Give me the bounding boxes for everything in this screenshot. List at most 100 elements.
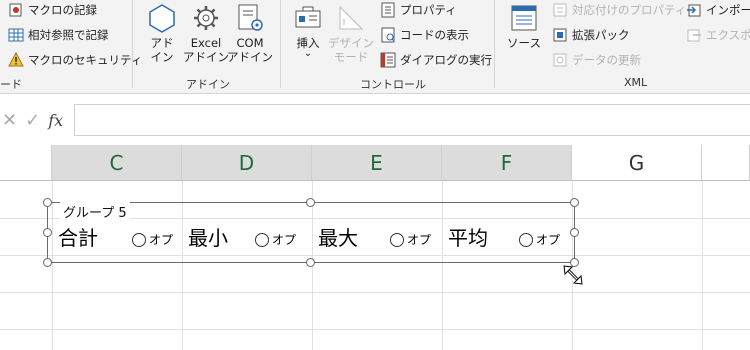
relative-reference-button[interactable]: 相対参照で記録 — [8, 25, 109, 45]
ribbon: マクロの記録 相対参照で記録 マクロのセキュリティ ード アド イン Excel… — [0, 0, 750, 94]
formula-buttons: ✕ ✓ fx — [0, 104, 74, 136]
option-group-label-avg: 平均 — [448, 226, 488, 250]
refresh-data-button[interactable]: データの更新 — [552, 50, 641, 70]
resize-handle[interactable] — [306, 258, 315, 267]
controls-group-label: コントロール — [360, 78, 426, 91]
export-icon — [686, 27, 702, 43]
group-divider — [494, 0, 495, 88]
refresh-data-label: データの更新 — [572, 53, 641, 67]
enter-icon[interactable]: ✓ — [25, 110, 40, 131]
view-code-icon — [380, 27, 396, 43]
view-code-button[interactable]: コードの表示 — [380, 25, 469, 45]
hexagon-addin-icon — [146, 2, 178, 34]
column-header-c[interactable]: C — [52, 145, 182, 181]
resize-handle[interactable] — [43, 258, 52, 267]
map-properties-icon — [552, 2, 568, 18]
expansion-packs-label: 拡張パック — [572, 28, 630, 42]
com-addins-button[interactable]: COM アドイン — [227, 2, 273, 64]
radio-circle-icon — [519, 232, 533, 247]
view-code-label: コードの表示 — [400, 28, 469, 42]
com-addin-gear-icon — [234, 2, 266, 34]
code-group-label: ード — [0, 78, 22, 91]
option-button-max[interactable]: オプ — [390, 231, 431, 248]
xml-source-label: ソース — [507, 36, 541, 50]
excel-addins-button[interactable]: Excel アドイン — [183, 2, 229, 64]
design-mode-label: デザイン モード — [328, 36, 374, 64]
option-button-label: オプ — [149, 233, 174, 247]
option-button-label: オプ — [536, 233, 561, 247]
option-group-label-min: 最小 — [188, 226, 228, 250]
warning-icon — [8, 52, 24, 68]
record-macro-button[interactable]: マクロの記録 — [8, 0, 97, 20]
run-dialog-label: ダイアログの実行 — [400, 53, 492, 67]
design-mode-button[interactable]: デザイン モード — [328, 2, 374, 64]
option-button-min[interactable]: オプ — [255, 231, 296, 248]
option-button-label: オプ — [272, 233, 297, 247]
radio-circle-icon — [390, 232, 404, 247]
import-label: インポート — [706, 3, 750, 17]
properties-icon — [380, 2, 396, 18]
properties-label: プロパティ — [400, 3, 457, 17]
gridline — [0, 329, 750, 330]
option-group-label-max: 最大 — [318, 226, 358, 250]
export-label: エクスポー — [706, 28, 750, 42]
formula-input[interactable] — [74, 104, 750, 136]
column-header-g[interactable]: G — [572, 145, 702, 181]
excel-addins-label: Excel アドイン — [183, 36, 229, 64]
option-button-avg[interactable]: オプ — [519, 231, 560, 248]
insert-function-icon[interactable]: fx — [48, 111, 63, 130]
resize-handle[interactable] — [43, 228, 52, 237]
toolbox-icon — [292, 2, 324, 34]
ruler-triangle-icon — [335, 2, 367, 34]
select-all-corner[interactable] — [0, 145, 52, 181]
group-divider — [280, 0, 281, 88]
column-header-h[interactable] — [702, 145, 750, 181]
column-header-e[interactable]: E — [312, 145, 442, 181]
insert-control-button[interactable]: 挿入 ⌄ — [290, 2, 326, 59]
table-grid-icon — [8, 27, 24, 43]
xml-source-button[interactable]: ソース — [504, 2, 544, 50]
map-properties-label: 対応付けのプロパティ — [572, 3, 687, 17]
radio-circle-icon — [255, 232, 269, 247]
macro-security-button[interactable]: マクロのセキュリティ — [8, 50, 142, 70]
group-box-title: グループ 5 — [60, 202, 130, 221]
import-icon — [686, 2, 702, 18]
macro-security-label: マクロのセキュリティ — [28, 53, 143, 67]
run-dialog-button[interactable]: ダイアログの実行 — [380, 50, 492, 70]
radio-circle-icon — [132, 232, 146, 247]
gridline — [702, 181, 703, 350]
resize-handle[interactable] — [43, 198, 52, 207]
gear-icon — [190, 2, 222, 34]
xml-group-label: XML — [624, 76, 648, 89]
export-button[interactable]: エクスポー — [686, 25, 750, 45]
resize-cursor-icon — [563, 265, 583, 285]
addins-label: アド イン — [150, 36, 174, 64]
column-header-f[interactable]: F — [442, 145, 572, 181]
import-button[interactable]: インポート — [686, 0, 750, 20]
xml-source-icon — [508, 2, 540, 34]
resize-handle[interactable] — [570, 198, 579, 207]
chevron-down-icon: ⌄ — [303, 48, 313, 59]
formula-bar: ✕ ✓ fx — [0, 100, 750, 140]
option-button-sum[interactable]: オプ — [132, 231, 173, 248]
cancel-icon[interactable]: ✕ — [2, 110, 17, 131]
properties-button[interactable]: プロパティ — [380, 0, 457, 20]
com-addins-label: COM アドイン — [227, 36, 273, 64]
gridline — [0, 292, 750, 293]
option-group-label-sum: 合計 — [58, 226, 98, 250]
run-dialog-icon — [380, 52, 396, 68]
record-macro-label: マクロの記録 — [28, 3, 97, 17]
resize-handle[interactable] — [306, 198, 315, 207]
group-divider — [132, 0, 133, 88]
record-macro-icon — [8, 2, 24, 18]
refresh-icon — [552, 52, 568, 68]
relative-reference-label: 相対参照で記録 — [28, 28, 109, 42]
expansion-packs-button[interactable]: 拡張パック — [552, 25, 630, 45]
addins-button[interactable]: アド イン — [144, 2, 180, 64]
map-properties-button[interactable]: 対応付けのプロパティ — [552, 0, 686, 20]
option-button-label: オプ — [407, 233, 432, 247]
addins-group-label: アドイン — [186, 78, 230, 91]
column-header-d[interactable]: D — [182, 145, 312, 181]
expansion-pack-icon — [552, 27, 568, 43]
resize-handle[interactable] — [570, 228, 579, 237]
